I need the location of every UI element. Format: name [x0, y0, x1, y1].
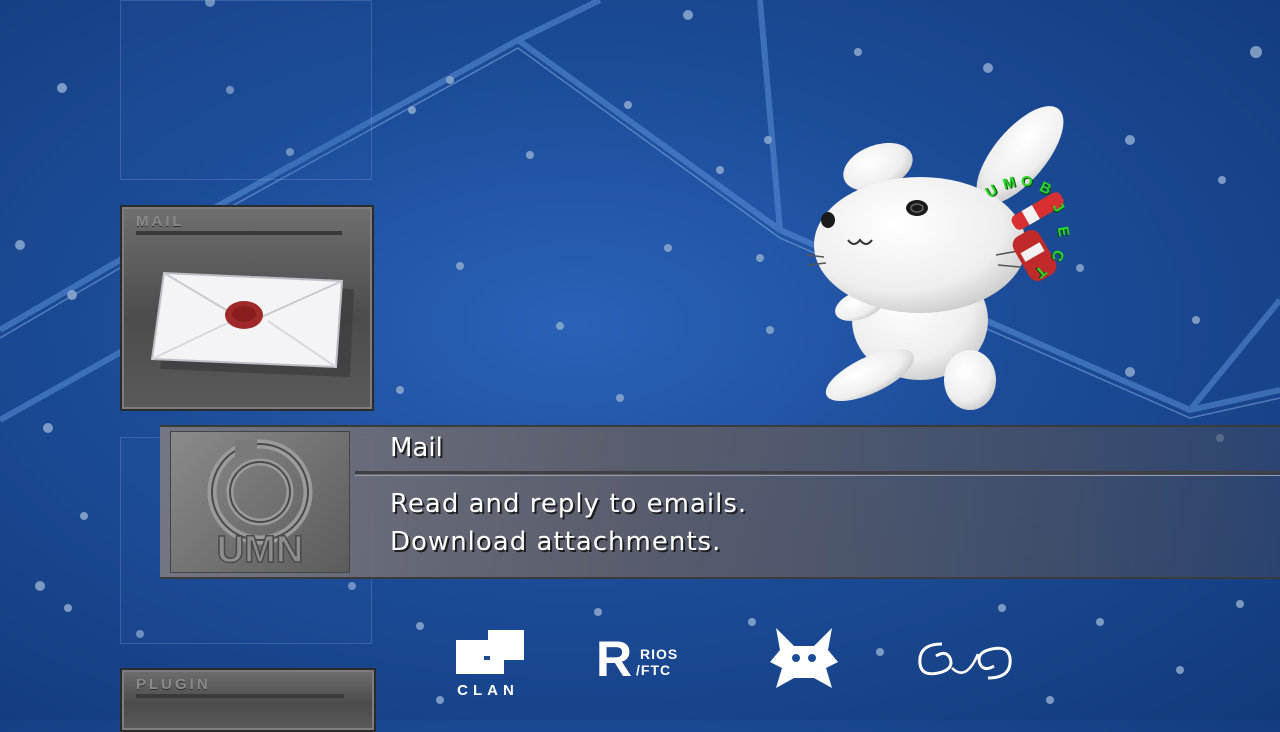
info-divider-highlight	[355, 475, 1280, 476]
info-description-line-2: Download attachments.	[390, 527, 722, 557]
clan-logo-mark	[456, 630, 524, 674]
umn-logo-box: UMN	[170, 431, 350, 573]
mail-card-label: MAIL	[136, 213, 185, 230]
rios-logo-big-letter: R	[596, 631, 633, 687]
plugin-card-label: PLUGIN	[136, 676, 211, 693]
info-description-line-1: Read and reply to emails.	[390, 489, 748, 519]
clan-logo-icon[interactable]: CLAN	[438, 630, 538, 699]
swirl-logo-mark	[918, 642, 1012, 680]
rios-logo-icon[interactable]: R RIOS /FTC	[596, 634, 704, 688]
envelope-icon	[150, 271, 354, 377]
orbit-letter-3: O	[1021, 173, 1033, 190]
menu-card-ghost-top[interactable]	[120, 0, 372, 180]
umn-logo-icon: UMN	[207, 439, 313, 568]
rabbit-logo-mark	[770, 628, 838, 688]
rios-logo-small-top: RIOS	[640, 646, 679, 662]
plugin-menu-card[interactable]: PLUGIN	[120, 668, 376, 732]
mail-menu-card[interactable]: MAIL	[120, 205, 374, 411]
rabbit-logo-icon[interactable]	[766, 628, 842, 692]
swirl-logo-icon[interactable]	[912, 638, 1018, 684]
info-panel: UMN Mail Read and reply to emails. Downl…	[160, 425, 1280, 579]
info-divider	[355, 471, 1280, 474]
clan-logo-label: CLAN	[457, 682, 519, 699]
rabbit-mascot[interactable]: U M O B J E C T	[800, 105, 1090, 415]
plugin-card-bar	[136, 694, 344, 698]
mail-card-bar	[136, 231, 342, 235]
svg-text:UMN: UMN	[217, 529, 304, 568]
rios-logo-small-bottom: /FTC	[636, 662, 672, 678]
rabbit-mascot-figure	[805, 106, 1064, 410]
info-title: Mail	[390, 433, 443, 463]
